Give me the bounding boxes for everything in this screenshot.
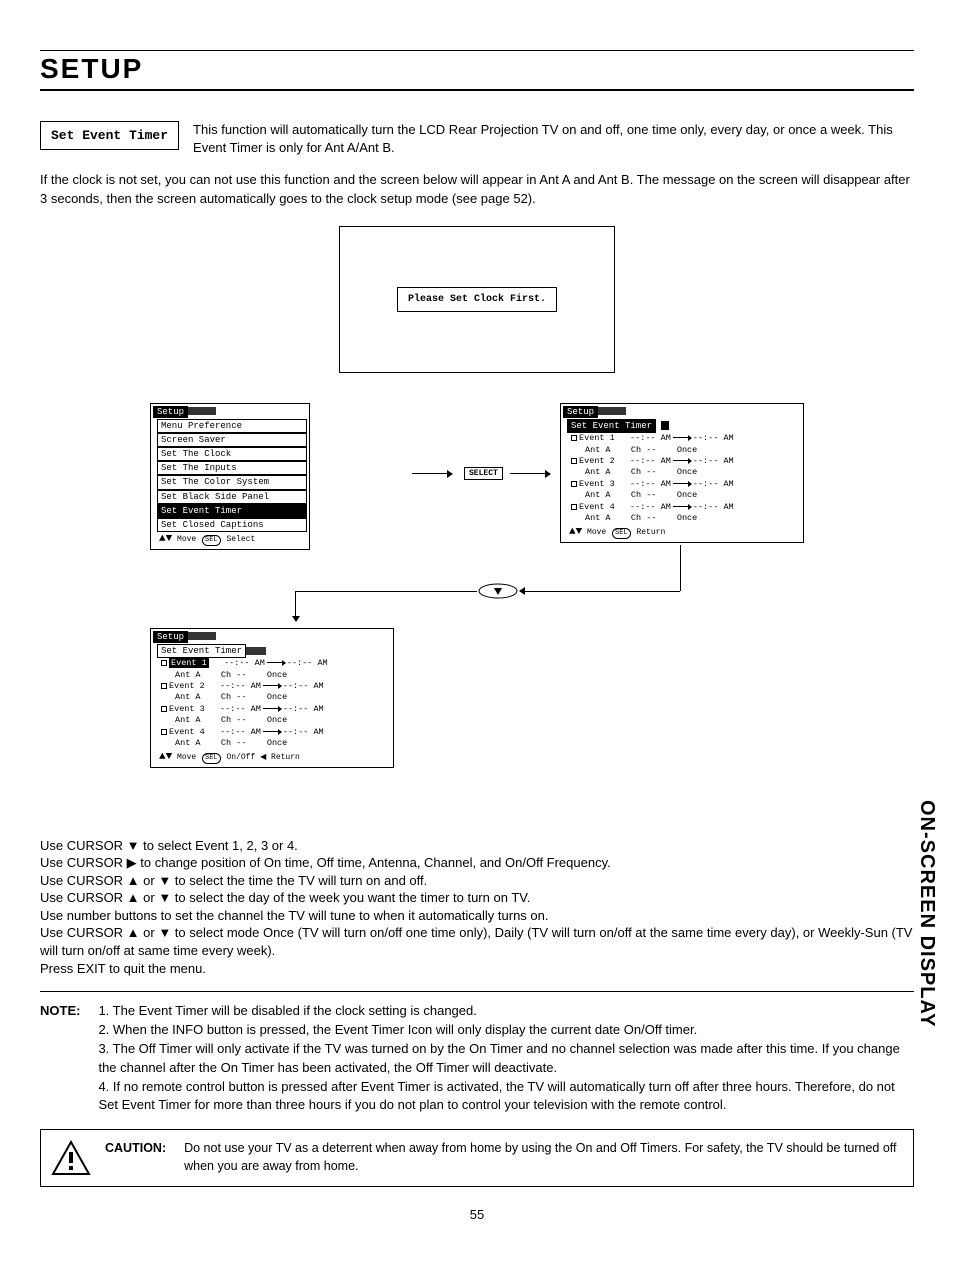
setup-menu-screen: Setup Menu Preference Screen Saver Set T… (150, 403, 310, 550)
instruction-line: Press EXIT to quit the menu. (40, 960, 914, 978)
timer-subtitle: Set Event Timer (567, 419, 656, 433)
caution-label: CAUTION: (105, 1140, 174, 1175)
timer-subtitle: Set Event Timer (157, 644, 246, 658)
page-number: 55 (40, 1207, 914, 1222)
event-sub: Ant A Ch -- Once (563, 467, 801, 478)
event-row: Event 4 --:-- AM--:-- AM (153, 727, 391, 738)
menu-flow-diagram: Setup Menu Preference Screen Saver Set T… (40, 403, 914, 823)
flow-line (295, 591, 477, 592)
setup-hint: ▲▼ Move SEL Select (153, 532, 307, 547)
menu-item-selected: Set Event Timer (157, 504, 307, 518)
event-row: Event 3 --:-- AM--:-- AM (563, 479, 801, 490)
note-item: 1. The Event Timer will be disabled if t… (98, 1002, 914, 1021)
caution-block: CAUTION: Do not use your TV as a deterre… (40, 1129, 914, 1187)
flow-line (680, 545, 681, 591)
event-row: Event 1 --:-- AM--:-- AM (563, 433, 801, 444)
menu-item: Menu Preference (157, 419, 307, 433)
arrow-right-icon (510, 473, 550, 474)
instruction-line: Use CURSOR ▶ to change position of On ti… (40, 854, 914, 872)
menu-item: Set Closed Captions (157, 518, 307, 532)
note-item: 3. The Off Timer will only activate if t… (98, 1040, 914, 1078)
note-item: 2. When the INFO button is pressed, the … (98, 1021, 914, 1040)
select-button-label: SELECT (464, 467, 503, 480)
menu-bar-icon (188, 407, 216, 415)
event-row: Event 2 --:-- AM--:-- AM (153, 681, 391, 692)
instruction-line: Use CURSOR ▼ to select Event 1, 2, 3 or … (40, 837, 914, 855)
menu-item: Set Black Side Panel (157, 490, 307, 504)
cursor-indicator-icon (661, 421, 669, 430)
instruction-line: Use CURSOR ▲ or ▼ to select the day of t… (40, 889, 914, 907)
intro-text: This function will automatically turn th… (193, 121, 914, 157)
event-timer-screen-a: Setup Set Event Timer Event 1 --:-- AM--… (560, 403, 804, 543)
timer-title: Setup (153, 631, 188, 643)
note-body: 1. The Event Timer will be disabled if t… (98, 1002, 914, 1115)
top-rule (40, 50, 914, 51)
menu-item: Set The Inputs (157, 461, 307, 475)
instruction-line: Use number buttons to set the channel th… (40, 907, 914, 925)
event-sub: Ant A Ch -- Once (153, 738, 391, 749)
event-sub: Ant A Ch -- Once (563, 490, 801, 501)
note-item: 4. If no remote control button is presse… (98, 1078, 914, 1116)
clock-paragraph: If the clock is not set, you can not use… (40, 171, 914, 207)
event-sub: Ant A Ch -- Once (563, 445, 801, 456)
clock-warning-text: Please Set Clock First. (397, 287, 557, 312)
menu-bar-icon (246, 647, 266, 655)
timer-title: Setup (563, 406, 598, 418)
setup-menu-title: Setup (153, 406, 188, 418)
event-row: Event 4 --:-- AM--:-- AM (563, 502, 801, 513)
event-sub: Ant A Ch -- Once (153, 670, 391, 681)
clock-warning-screen: Please Set Clock First. (339, 226, 615, 373)
menu-bar-icon (188, 632, 216, 640)
event-sub: Ant A Ch -- Once (563, 513, 801, 524)
menu-item: Set The Color System (157, 475, 307, 489)
event-row: Event 2 --:-- AM--:-- AM (563, 456, 801, 467)
event-row-selected: Event 1 --:-- AM--:-- AM (153, 658, 391, 669)
timer-hint-a: ▲▼ Move SEL Return (563, 525, 801, 540)
page-title: SETUP (40, 53, 914, 91)
side-tab-label: ON-SCREEN DISPLAY (915, 800, 938, 1027)
arrow-right-icon (412, 473, 452, 474)
menu-item: Screen Saver (157, 433, 307, 447)
event-sub: Ant A Ch -- Once (153, 715, 391, 726)
event-sub: Ant A Ch -- Once (153, 692, 391, 703)
instructions-block: Use CURSOR ▼ to select Event 1, 2, 3 or … (40, 837, 914, 977)
flow-line (520, 591, 680, 592)
menu-bar-icon (598, 407, 626, 415)
menu-item: Set The Clock (157, 447, 307, 461)
event-row: Event 3 --:-- AM--:-- AM (153, 704, 391, 715)
note-block: NOTE: 1. The Event Timer will be disable… (40, 991, 914, 1115)
arrow-down-icon (295, 591, 296, 621)
instruction-line: Use CURSOR ▲ or ▼ to select the time the… (40, 872, 914, 890)
instruction-line: Use CURSOR ▲ or ▼ to select mode Once (T… (40, 924, 914, 959)
cursor-down-icon (478, 583, 518, 599)
event-timer-screen-b: Setup Set Event Timer Event 1 --:-- AM--… (150, 628, 394, 768)
timer-hint-b: ▲▼ Move SEL On/Off ◀ Return (153, 750, 391, 765)
header-row: Set Event Timer This function will autom… (40, 121, 914, 157)
section-label: Set Event Timer (40, 121, 179, 150)
warning-icon (51, 1140, 91, 1176)
note-label: NOTE: (40, 1002, 80, 1115)
caution-text: Do not use your TV as a deterrent when a… (184, 1140, 903, 1175)
